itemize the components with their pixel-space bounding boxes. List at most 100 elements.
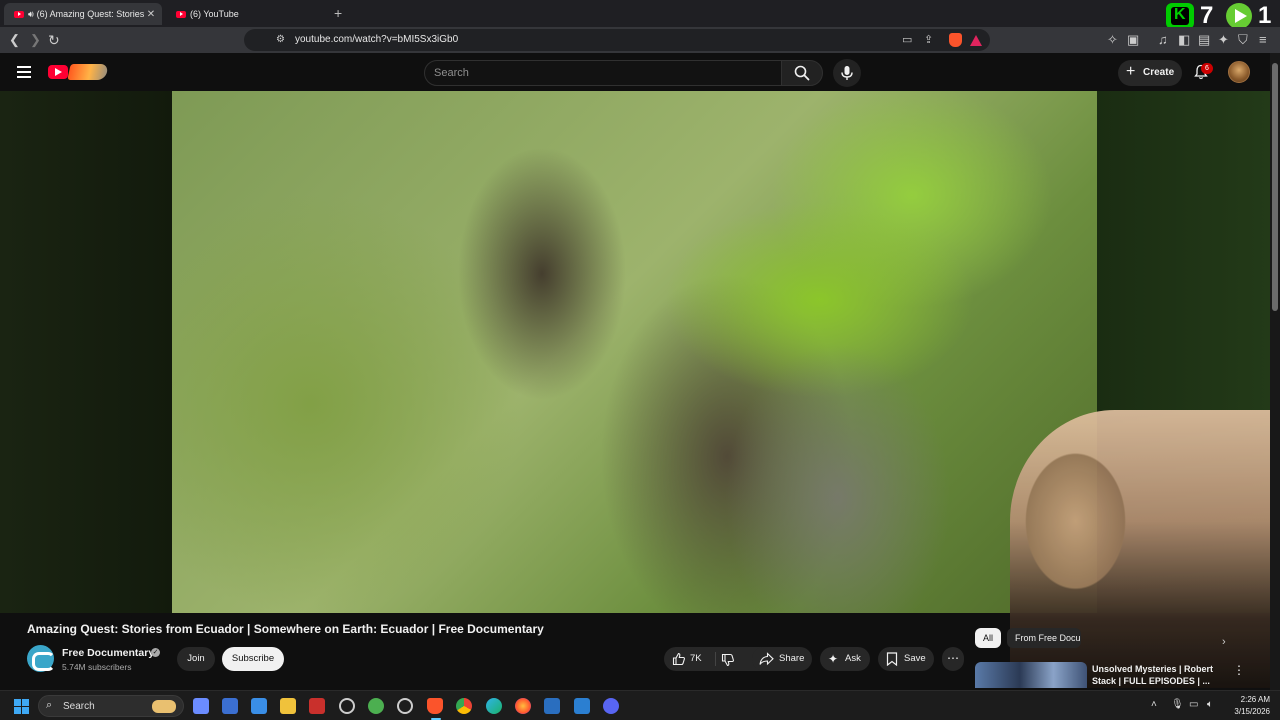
- youtube-logo-icon[interactable]: [48, 65, 68, 79]
- share-button[interactable]: Share: [752, 647, 812, 671]
- chevron-right-icon[interactable]: ›: [1222, 636, 1226, 648]
- app-circle-icon[interactable]: [339, 698, 355, 714]
- youtube-favicon-icon: [176, 10, 186, 18]
- taskbar-search-label: Search: [63, 701, 95, 712]
- address-bar[interactable]: ⚙︎ youtube.com/watch?v=bMI5Sx3iGb0 ▭ ⇪: [244, 29, 990, 51]
- kick-extension-icon[interactable]: K: [1166, 3, 1194, 29]
- windows-taskbar: ⌕ Search ˄ 🎙︎ ▭ 🔈︎ 2:26 AM 3/15/2026: [0, 690, 1280, 720]
- app-red-icon[interactable]: [309, 698, 325, 714]
- like-count[interactable]: 7K: [690, 647, 702, 671]
- tab-active-video[interactable]: 🔊︎ (6) Amazing Quest: Stories from Ecuad…: [4, 3, 162, 25]
- more-actions-icon[interactable]: ⋯: [942, 647, 964, 671]
- thumbs-up-icon[interactable]: [672, 652, 686, 666]
- volume-icon[interactable]: 🔈︎: [1207, 699, 1213, 710]
- obs-icon[interactable]: [397, 698, 413, 714]
- page-scrollbar[interactable]: [1270, 53, 1280, 690]
- screenshot-icon[interactable]: ▣: [1127, 32, 1139, 48]
- vscode-icon[interactable]: [574, 698, 590, 714]
- app-blue-icon[interactable]: [222, 698, 238, 714]
- tab-youtube[interactable]: (6) YouTube: [166, 3, 330, 25]
- reload-icon[interactable]: ↻: [48, 32, 60, 48]
- like-divider: [715, 652, 716, 666]
- share-page-icon[interactable]: ⇪: [924, 32, 933, 48]
- url-text[interactable]: youtube.com/watch?v=bMI5Sx3iGb0: [295, 34, 458, 45]
- plus-icon: +: [1126, 63, 1136, 80]
- close-tab-icon[interactable]: ✕: [144, 9, 158, 20]
- search-highlight-icon: [152, 700, 176, 713]
- brave-rewards-icon[interactable]: [970, 35, 982, 46]
- cast-icon[interactable]: ▭: [902, 32, 912, 48]
- video-title: Amazing Quest: Stories from Ecuador | So…: [27, 622, 544, 636]
- microphone-tray-icon[interactable]: 🎙︎: [1171, 699, 1184, 710]
- video-player[interactable]: [172, 91, 1097, 613]
- back-arrow-icon[interactable]: ❮: [9, 32, 20, 48]
- wallet-icon[interactable]: ▤: [1198, 32, 1210, 48]
- media-controls-icon[interactable]: ♫: [1158, 32, 1168, 48]
- recommendation-title[interactable]: Unsolved Mysteries | Robert Stack | FULL…: [1092, 663, 1220, 687]
- firefox-icon[interactable]: [515, 698, 531, 714]
- tab-title: (6) YouTube: [190, 9, 239, 19]
- sparkle-icon: ✦: [828, 652, 839, 666]
- recommendation-thumbnail[interactable]: [975, 662, 1087, 688]
- brave-shields-icon[interactable]: [949, 33, 962, 47]
- youtube-favicon-icon: [14, 10, 24, 18]
- search-icon: [794, 65, 810, 81]
- play-extension-icon[interactable]: [1226, 3, 1252, 29]
- youtube-doodle-logo[interactable]: [67, 64, 109, 80]
- channel-avatar[interactable]: [27, 645, 55, 672]
- file-explorer-icon[interactable]: [280, 698, 296, 714]
- play-extension-count: 1: [1258, 2, 1272, 29]
- join-button[interactable]: Join: [177, 647, 215, 671]
- browser-tab-bar: 🔊︎ (6) Amazing Quest: Stories from Ecuad…: [0, 0, 1280, 29]
- search-box[interactable]: [424, 60, 782, 86]
- save-button[interactable]: Save: [878, 647, 934, 671]
- chrome-icon[interactable]: [456, 698, 472, 714]
- kick-extension-count: 7: [1200, 2, 1214, 29]
- edge-icon[interactable]: [486, 698, 502, 714]
- vpn-shield-icon[interactable]: ⛉: [1238, 32, 1248, 48]
- share-arrow-icon: [759, 652, 774, 666]
- new-tab-button[interactable]: +: [334, 5, 342, 21]
- clock-date[interactable]: 3/15/2026: [1224, 707, 1270, 716]
- ask-label: Ask: [845, 653, 861, 664]
- chip-all[interactable]: All: [975, 628, 1001, 648]
- browser-toolbar: ❮ ❯ ↻ 🔖︎ ⚙︎ youtube.com/watch?v=bMI5Sx3i…: [0, 27, 1280, 53]
- channel-name[interactable]: Free Documentary: [62, 647, 154, 659]
- speaker-icon: 🔊︎: [28, 8, 34, 19]
- menu-icon[interactable]: ≡: [1259, 32, 1267, 48]
- forward-arrow-icon[interactable]: ❯: [30, 32, 41, 48]
- discord-icon[interactable]: [603, 698, 619, 714]
- create-label: Create: [1143, 67, 1175, 78]
- youtube-masthead: + Create: [0, 53, 1280, 91]
- share-label: Share: [779, 653, 805, 664]
- more-vert-icon[interactable]: ⋮: [1233, 663, 1245, 677]
- chip-from-channel[interactable]: From Free Documentary: [1007, 628, 1081, 648]
- ask-button[interactable]: ✦ Ask: [820, 647, 870, 671]
- subscribe-button[interactable]: Subscribe: [222, 647, 284, 671]
- search-icon: ⌕: [46, 699, 53, 711]
- chevron-up-icon[interactable]: ˄: [1151, 699, 1157, 710]
- extensions-puzzle-icon[interactable]: ✧: [1107, 32, 1118, 48]
- network-app-icon[interactable]: [193, 698, 209, 714]
- save-label: Save: [904, 653, 926, 664]
- app-infinity-icon[interactable]: [544, 698, 560, 714]
- create-button[interactable]: + Create: [1118, 60, 1182, 86]
- search-button[interactable]: [781, 60, 823, 86]
- scrollbar-thumb[interactable]: [1272, 63, 1278, 311]
- account-avatar[interactable]: [1228, 61, 1250, 83]
- taskbar-search-box[interactable]: ⌕ Search: [38, 695, 184, 717]
- guide-menu-icon[interactable]: [17, 66, 31, 78]
- thumbs-down-icon[interactable]: [721, 653, 735, 667]
- voice-search-button[interactable]: [833, 59, 861, 87]
- windows-start-icon[interactable]: [14, 699, 29, 714]
- network-icon[interactable]: ▭: [1189, 699, 1198, 710]
- app-r-icon[interactable]: [251, 698, 267, 714]
- search-input[interactable]: [434, 65, 764, 81]
- app-green-icon[interactable]: [368, 698, 384, 714]
- leo-ai-icon[interactable]: ✦: [1218, 32, 1229, 48]
- microphone-icon: [841, 66, 853, 80]
- brave-browser-icon[interactable]: [427, 698, 443, 714]
- clock-time[interactable]: 2:26 AM: [1230, 695, 1270, 704]
- sidebar-icon[interactable]: ◧: [1178, 32, 1190, 48]
- site-info-icon[interactable]: ⚙︎: [276, 32, 285, 48]
